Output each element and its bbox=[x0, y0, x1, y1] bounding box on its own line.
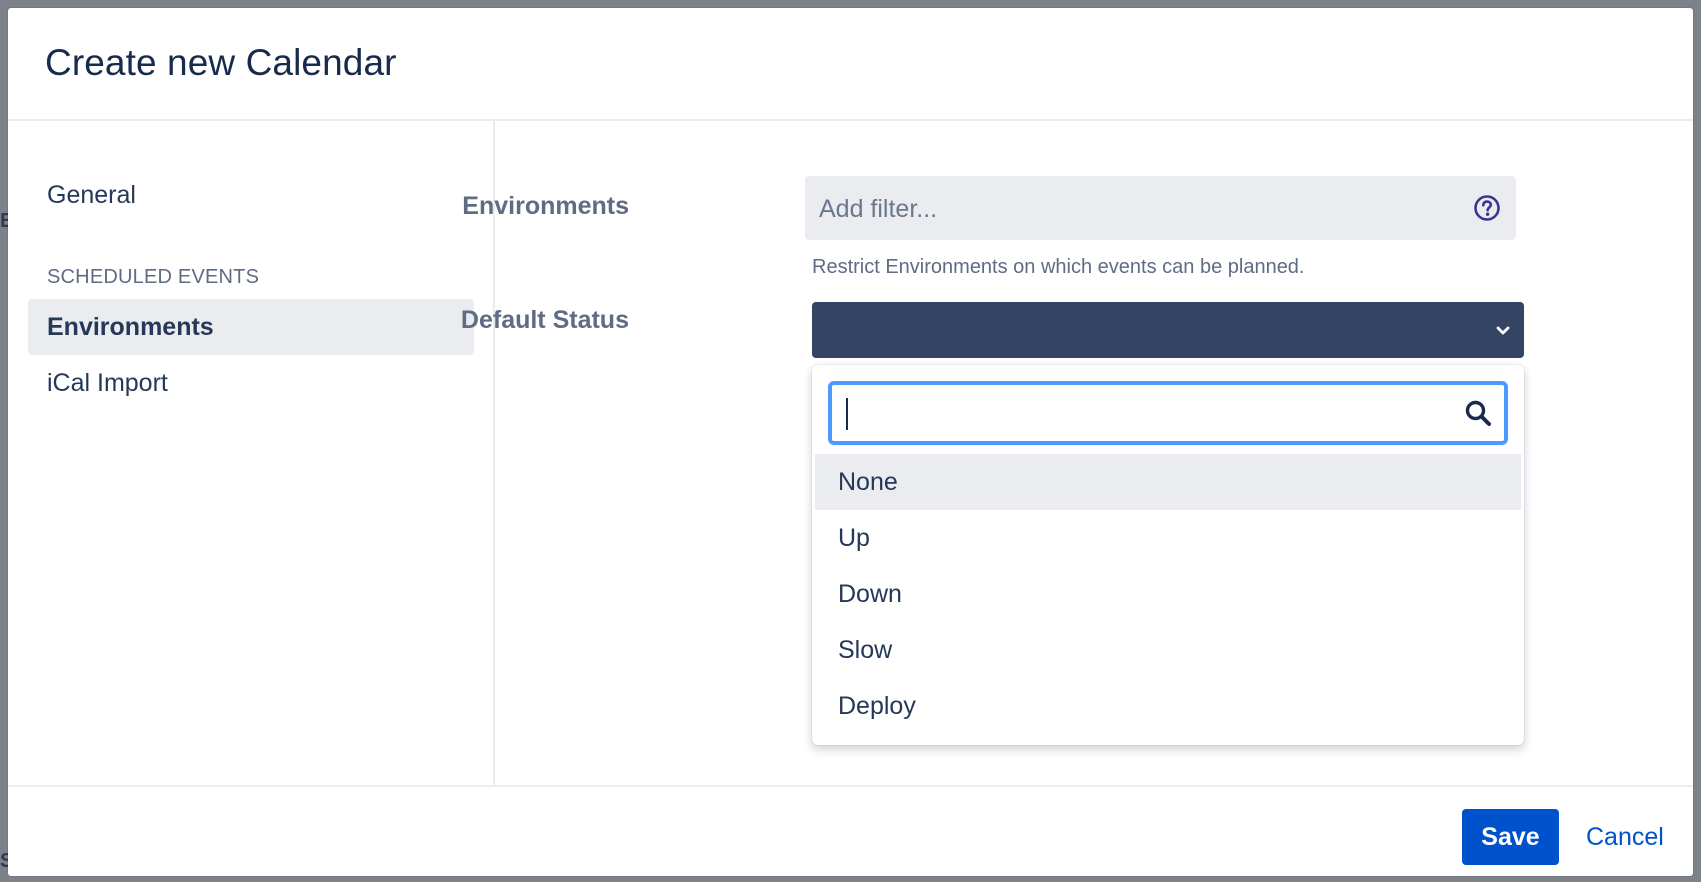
text-caret bbox=[846, 398, 848, 430]
status-option-up[interactable]: Up bbox=[815, 510, 1521, 566]
sidebar-section-heading: SCHEDULED EVENTS bbox=[47, 266, 260, 288]
default-status-label: Default Status bbox=[460, 306, 629, 334]
status-option-deploy[interactable]: Deploy bbox=[815, 678, 1521, 734]
environments-label: Environments bbox=[462, 192, 629, 220]
search-icon bbox=[1465, 400, 1491, 426]
dialog-header: Create new Calendar bbox=[8, 8, 1693, 121]
dialog-sidebar: General SCHEDULED EVENTS Environments iC… bbox=[8, 121, 495, 785]
environments-help-text: Restrict Environments on which events ca… bbox=[812, 256, 1305, 278]
dropdown-search-input[interactable] bbox=[844, 391, 1448, 437]
dropdown-search-field[interactable] bbox=[828, 381, 1508, 445]
environments-filter-field[interactable] bbox=[805, 176, 1516, 242]
default-status-dropdown: None Up Down Slow Deploy bbox=[812, 365, 1524, 745]
status-option-none[interactable]: None bbox=[815, 454, 1521, 510]
question-circle-icon[interactable] bbox=[1473, 194, 1501, 222]
sidebar-item-ical-import[interactable]: iCal Import bbox=[28, 355, 474, 411]
sidebar-item-general[interactable]: General bbox=[28, 167, 474, 223]
dialog-footer: Save Cancel bbox=[8, 785, 1693, 876]
cancel-button[interactable]: Cancel bbox=[1578, 809, 1672, 865]
dialog-title: Create new Calendar bbox=[45, 42, 397, 83]
status-option-down[interactable]: Down bbox=[815, 566, 1521, 622]
sidebar-item-environments[interactable]: Environments bbox=[28, 299, 474, 355]
status-option-slow[interactable]: Slow bbox=[815, 622, 1521, 678]
save-button[interactable]: Save bbox=[1462, 809, 1559, 865]
create-calendar-dialog: Create new Calendar General SCHEDULED EV… bbox=[8, 8, 1693, 876]
chevron-down-icon bbox=[1496, 326, 1510, 335]
default-status-select[interactable] bbox=[812, 302, 1524, 358]
environments-filter-input[interactable] bbox=[817, 176, 1461, 242]
